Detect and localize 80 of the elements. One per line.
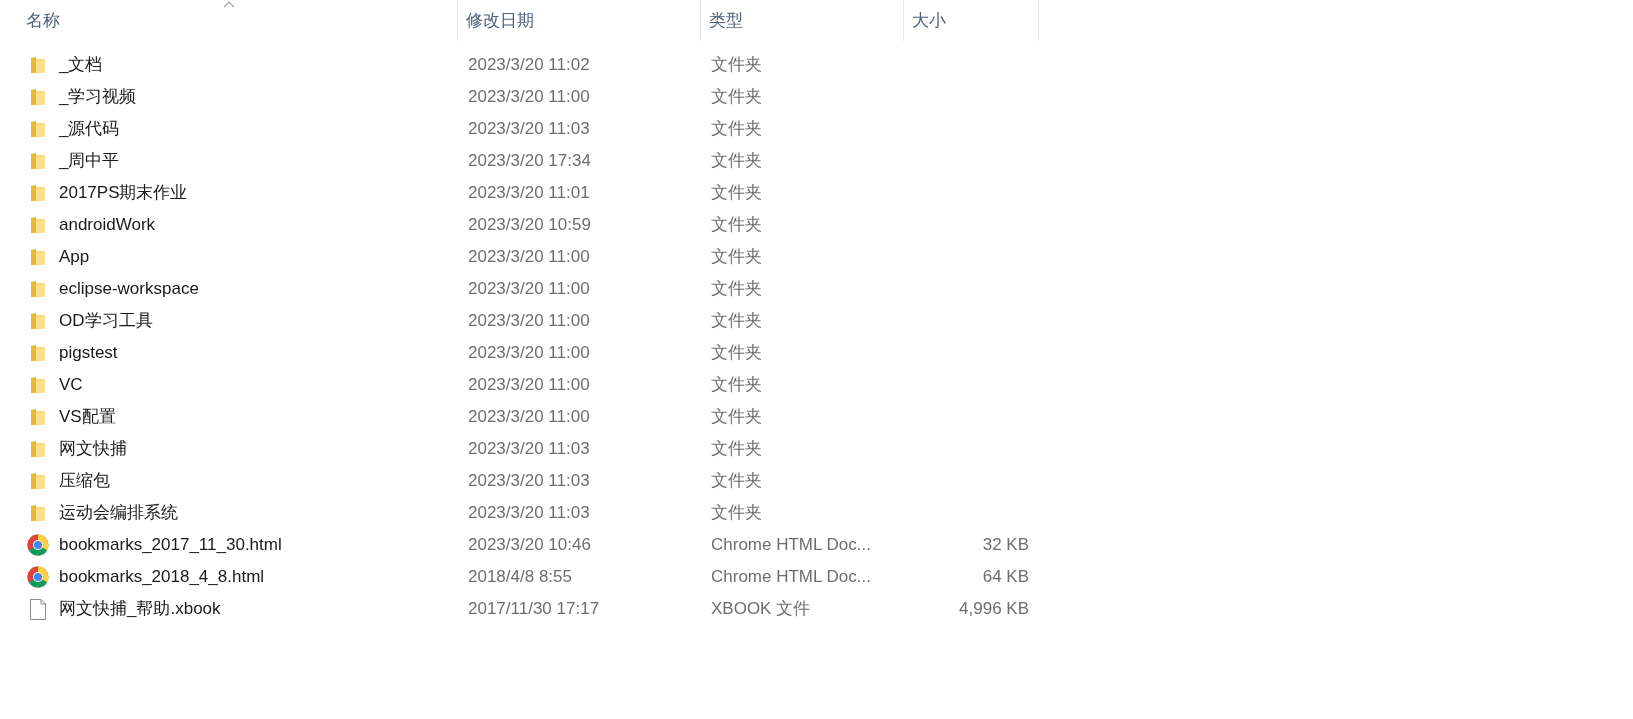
folder-icon: [30, 472, 46, 490]
document-icon: [30, 598, 46, 620]
file-name[interactable]: 网文快捕_帮助.xbook: [59, 596, 221, 622]
file-name[interactable]: androidWork: [59, 212, 156, 238]
folder-icon: [30, 504, 46, 522]
modified-date: 2023/3/20 11:00: [468, 407, 590, 427]
file-name[interactable]: _文档: [59, 52, 103, 78]
file-name[interactable]: 网文快捕: [59, 436, 127, 462]
modified-date: 2023/3/20 10:46: [468, 535, 591, 555]
folder-icon: [30, 120, 46, 138]
file-type: 文件夹: [711, 439, 762, 459]
file-name[interactable]: _周中平: [59, 148, 120, 174]
folder-icon: [30, 312, 46, 330]
file-name[interactable]: _学习视频: [59, 84, 137, 110]
file-name[interactable]: VS配置: [59, 404, 116, 430]
modified-date: 2023/3/20 11:03: [468, 439, 590, 459]
column-header[interactable]: 类型: [701, 0, 904, 41]
folder-icon: [30, 376, 46, 394]
folder-icon: [30, 56, 46, 74]
file-type: 文件夹: [711, 151, 762, 171]
file-name[interactable]: 压缩包: [59, 468, 110, 494]
sort-ascending-icon: [222, 1, 235, 8]
modified-date: 2023/3/20 11:03: [468, 503, 590, 523]
file-type: Chrome HTML Doc...: [711, 567, 871, 587]
file-name[interactable]: _源代码: [59, 116, 120, 142]
file-name[interactable]: OD学习工具: [59, 308, 153, 334]
file-type: 文件夹: [711, 183, 762, 203]
file-size: 4,996 KB: [959, 598, 1029, 621]
file-type: 文件夹: [711, 471, 762, 491]
column-header[interactable]: 大小: [904, 0, 1039, 41]
modified-date: 2023/3/20 11:00: [468, 87, 590, 107]
file-name[interactable]: VC: [59, 372, 83, 398]
browser-icon: [27, 566, 49, 588]
file-type: 文件夹: [711, 311, 762, 331]
modified-date: 2023/3/20 11:03: [468, 471, 590, 491]
file-type: 文件夹: [711, 55, 762, 75]
file-name[interactable]: App: [59, 244, 90, 270]
folder-icon: [30, 152, 46, 170]
file-name[interactable]: 运动会编排系统: [59, 500, 178, 526]
folder-icon: [30, 344, 46, 362]
file-name[interactable]: 2017PS期末作业: [59, 180, 188, 206]
modified-date: 2023/3/20 11:00: [468, 375, 590, 395]
folder-icon: [30, 408, 46, 426]
file-name[interactable]: bookmarks_2017_11_30.html: [59, 532, 282, 558]
modified-date: 2023/3/20 17:34: [468, 151, 591, 171]
file-type: 文件夹: [711, 343, 762, 363]
folder-icon: [30, 184, 46, 202]
folder-icon: [30, 248, 46, 266]
file-type: 文件夹: [711, 279, 762, 299]
file-name[interactable]: eclipse-workspace: [59, 276, 199, 302]
modified-date: 2018/4/8 8:55: [468, 567, 572, 587]
file-type: Chrome HTML Doc...: [711, 535, 871, 555]
folder-icon: [30, 440, 46, 458]
file-name[interactable]: bookmarks_2018_4_8.html: [59, 564, 265, 590]
modified-date: 2023/3/20 11:00: [468, 247, 590, 267]
file-type: 文件夹: [711, 119, 762, 139]
modified-date: 2023/3/20 11:02: [468, 55, 590, 75]
file-type: XBOOK 文件: [711, 599, 811, 619]
file-type: 文件夹: [711, 375, 762, 395]
file-type: 文件夹: [711, 247, 762, 267]
modified-date: 2017/11/30 17:17: [468, 599, 600, 619]
modified-date: 2023/3/20 11:00: [468, 311, 590, 331]
browser-icon: [27, 534, 49, 556]
file-type: 文件夹: [711, 503, 762, 523]
folder-icon: [30, 88, 46, 106]
file-type: 文件夹: [711, 87, 762, 107]
folder-icon: [30, 280, 46, 298]
modified-date: 2023/3/20 11:01: [468, 183, 590, 203]
modified-date: 2023/3/20 11:00: [468, 279, 590, 299]
file-size: 64 KB: [982, 566, 1029, 589]
file-type: 文件夹: [711, 215, 762, 235]
column-header[interactable]: 名称: [0, 0, 458, 41]
modified-date: 2023/3/20 11:03: [468, 119, 590, 139]
modified-date: 2023/3/20 10:59: [468, 215, 591, 235]
file-name[interactable]: pigstest: [59, 340, 118, 366]
file-size: 32 KB: [982, 534, 1029, 557]
column-header[interactable]: 修改日期: [458, 0, 701, 41]
modified-date: 2023/3/20 11:00: [468, 343, 590, 363]
folder-icon: [30, 216, 46, 234]
file-type: 文件夹: [711, 407, 762, 427]
